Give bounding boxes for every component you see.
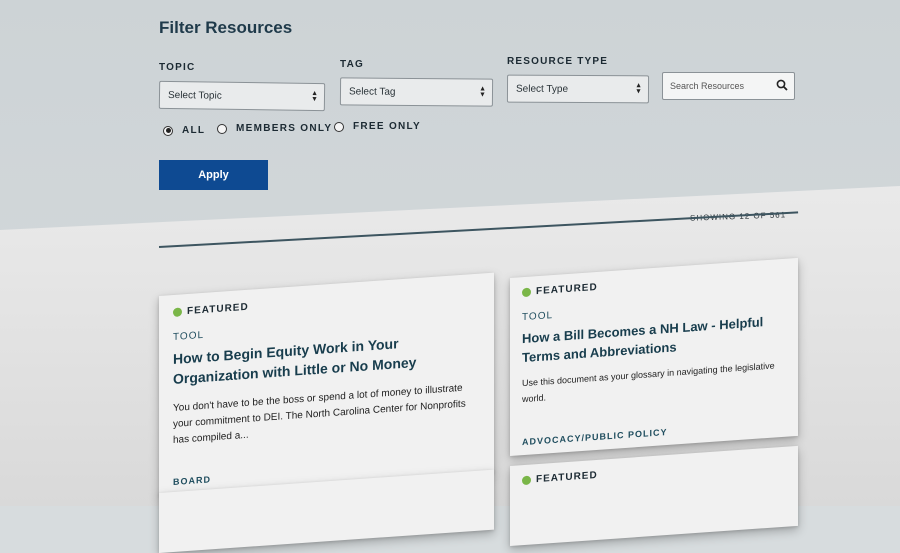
apply-button[interactable]: Apply bbox=[159, 160, 268, 190]
card-description: You don't have to be the boss or spend a… bbox=[173, 382, 466, 447]
resource-type-label: RESOURCE TYPE bbox=[507, 56, 609, 67]
tag-select[interactable]: Select Tag ▲ ▼ bbox=[339, 77, 494, 107]
radio-members-only-label: MEMBERS ONLY bbox=[236, 123, 333, 134]
radio-free-only[interactable]: FREE ONLY bbox=[334, 121, 421, 132]
topic-label: TOPIC bbox=[159, 62, 196, 73]
search-icon[interactable] bbox=[776, 79, 788, 91]
resource-type-select-value: Select Type bbox=[515, 83, 569, 95]
tag-select-value: Select Tag bbox=[348, 85, 396, 98]
card-tag[interactable]: ADVOCACY/PUBLIC POLICY bbox=[522, 427, 668, 447]
radio-free-only-label: FREE ONLY bbox=[353, 121, 422, 132]
topic-select-value: Select Topic bbox=[167, 89, 222, 102]
select-arrows-icon: ▲ ▼ bbox=[479, 85, 487, 99]
resource-card[interactable]: FEATURED TOOL How to Begin Equity Work i… bbox=[159, 272, 494, 496]
featured-label: FEATURED bbox=[536, 469, 598, 486]
tag-label: TAG bbox=[340, 59, 364, 70]
resource-type-select[interactable]: Select Type ▲ ▼ bbox=[506, 74, 650, 104]
radio-all-label: ALL bbox=[182, 125, 206, 136]
featured-dot-icon bbox=[522, 287, 531, 298]
radio-button-icon bbox=[163, 125, 173, 136]
featured-dot-icon bbox=[522, 475, 531, 486]
card-tag[interactable]: BOARD bbox=[173, 474, 211, 487]
resource-card[interactable]: FEATURED TOOL How a Bill Becomes a NH La… bbox=[510, 257, 798, 456]
search-placeholder: Search Resources bbox=[670, 81, 745, 91]
page-title: Filter Resources bbox=[159, 18, 293, 37]
topic-select[interactable]: Select Topic ▲ ▼ bbox=[158, 80, 326, 112]
radio-all[interactable]: ALL bbox=[163, 125, 205, 136]
radio-button-icon bbox=[334, 121, 344, 132]
radio-button-icon bbox=[217, 123, 227, 134]
featured-badge: FEATURED bbox=[522, 470, 598, 486]
search-input[interactable]: Search Resources bbox=[662, 72, 795, 100]
select-arrows-icon: ▲ ▼ bbox=[310, 89, 319, 104]
featured-label: FEATURED bbox=[536, 281, 598, 298]
select-arrows-icon: ▲ ▼ bbox=[635, 82, 643, 96]
radio-members-only[interactable]: MEMBERS ONLY bbox=[217, 123, 332, 134]
featured-dot-icon bbox=[173, 307, 182, 318]
featured-label: FEATURED bbox=[187, 301, 249, 318]
